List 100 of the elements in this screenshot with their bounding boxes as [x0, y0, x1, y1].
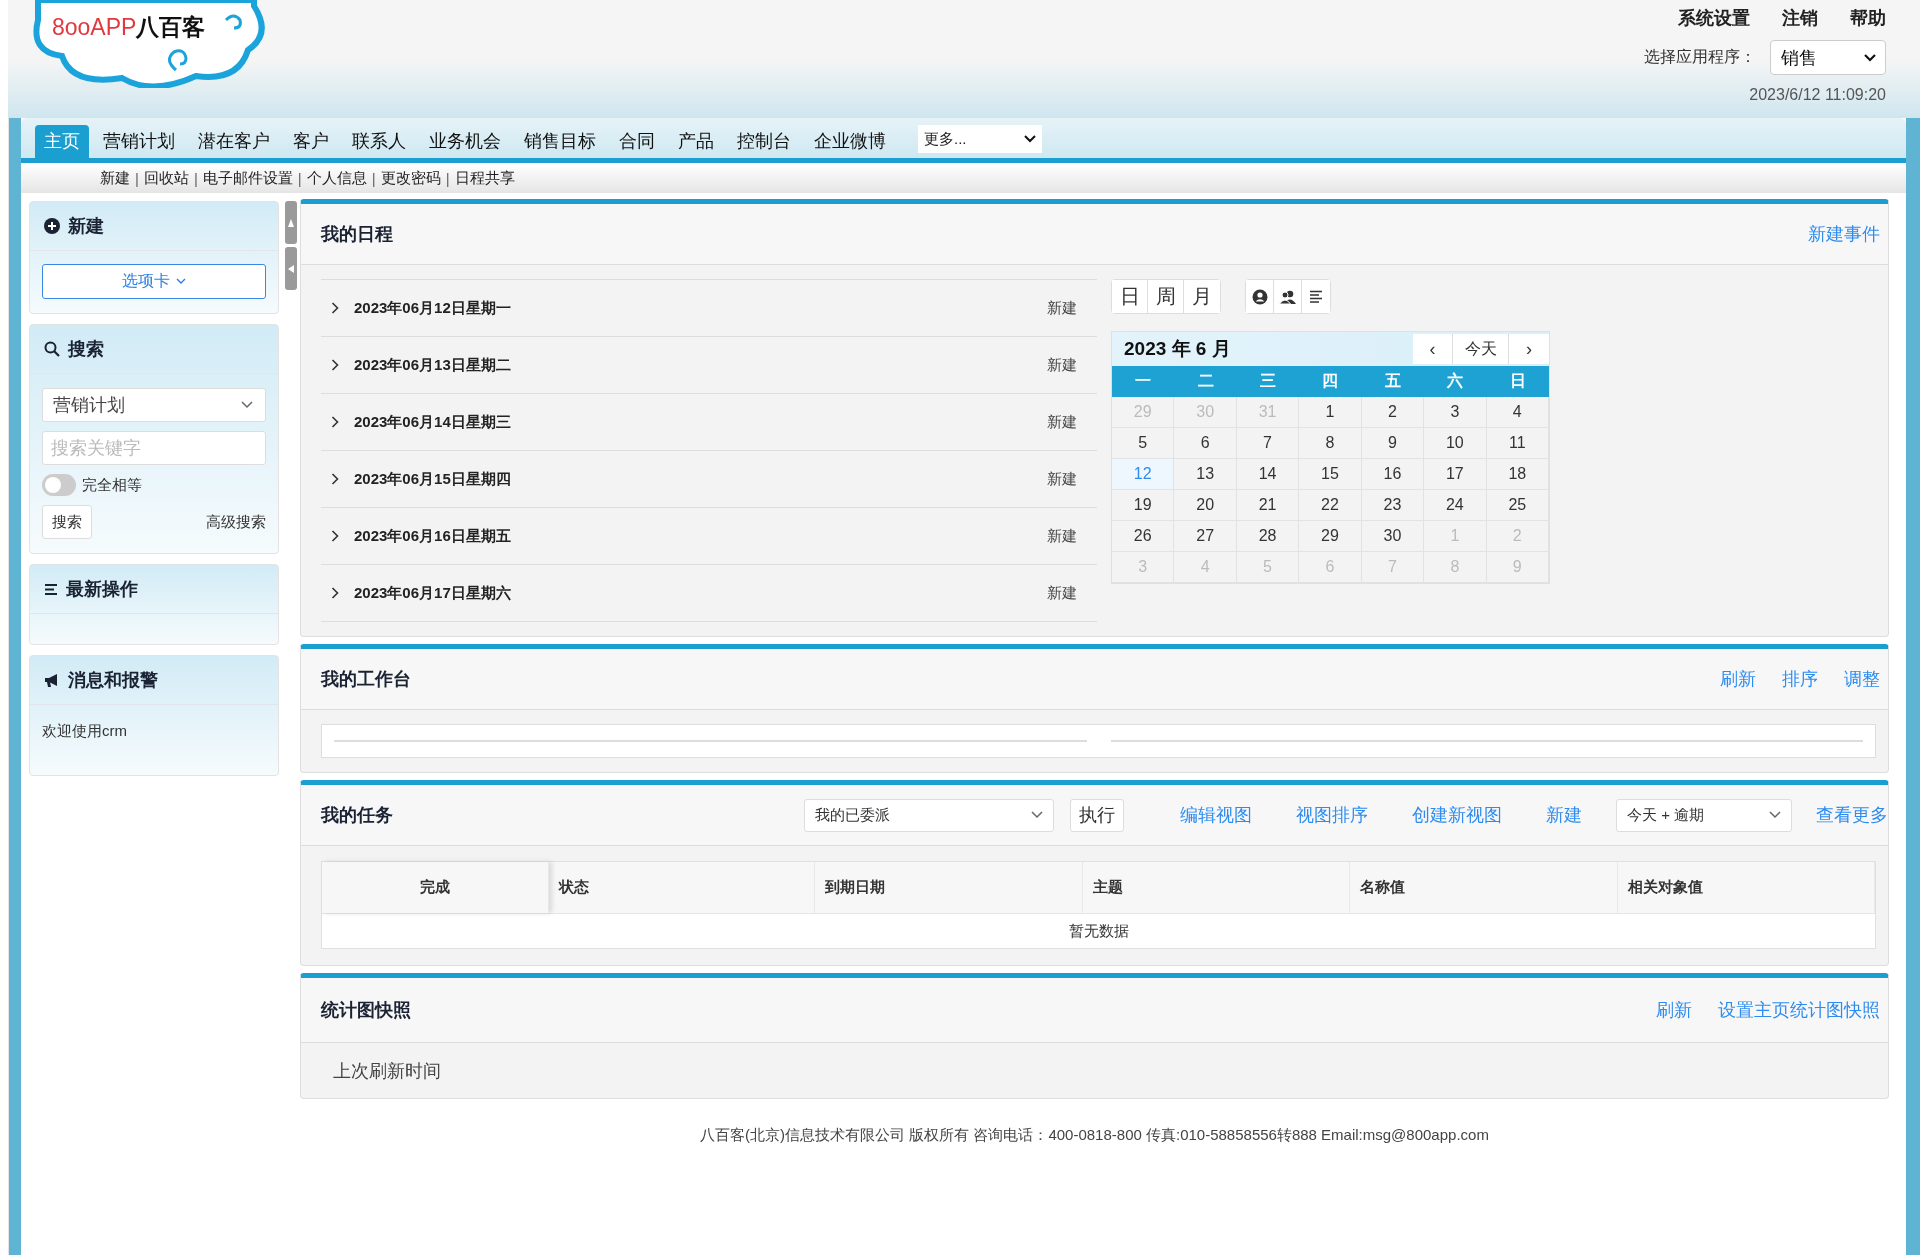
calendar-day[interactable]: 26 — [1112, 521, 1175, 552]
column-header: 名称值 — [1350, 862, 1618, 913]
calendar-day[interactable]: 8 — [1299, 428, 1362, 459]
new-link[interactable]: 新建 — [1047, 412, 1077, 432]
scroll-up-handle[interactable] — [285, 201, 297, 244]
calendar-day[interactable]: 2 — [1361, 397, 1425, 428]
execute-button[interactable]: 执行 — [1070, 798, 1124, 832]
nav-tab[interactable]: 潜在客户 — [189, 125, 279, 158]
more-select[interactable]: 更多... — [918, 125, 1042, 153]
advanced-search-link[interactable]: 高级搜索 — [206, 512, 266, 532]
calendar-day[interactable]: 21 — [1236, 490, 1300, 521]
column-header: 到期日期 — [815, 862, 1083, 913]
nav-tab[interactable]: 企业微博 — [805, 125, 895, 158]
nav-tab[interactable]: 业务机会 — [420, 125, 510, 158]
caret-icon — [241, 401, 253, 409]
new-link[interactable]: 新建 — [1047, 526, 1077, 546]
view-button[interactable]: 日 — [1112, 280, 1148, 313]
column-header: 状态 — [549, 862, 815, 913]
calendar-day[interactable]: 14 — [1236, 459, 1300, 490]
toggle-switch[interactable] — [42, 474, 76, 496]
toggle-label: 完全相等 — [82, 475, 142, 495]
chevron-right-icon — [331, 416, 339, 428]
calendar-day[interactable]: 17 — [1424, 459, 1487, 490]
panel-title: 我的工作台 — [321, 668, 411, 691]
empty-table-text: 暂无数据 — [1067, 920, 1130, 941]
prev-month-button[interactable]: ‹ — [1413, 334, 1453, 364]
chevron-right-icon — [331, 359, 339, 371]
calendar-day[interactable]: 9 — [1361, 428, 1425, 459]
user-icon[interactable] — [1246, 280, 1274, 313]
calendar-day[interactable]: 15 — [1299, 459, 1362, 490]
plus-circle-icon — [44, 218, 60, 234]
nav-tab[interactable]: 营销计划 — [94, 125, 184, 158]
view-select[interactable]: 我的已委派 — [804, 798, 1054, 832]
new-link[interactable]: 新建 — [1047, 583, 1077, 603]
chevron-right-icon — [331, 302, 339, 314]
header-link[interactable]: 注销 — [1782, 6, 1818, 30]
calendar-day[interactable]: 18 — [1486, 459, 1549, 490]
day-row[interactable]: 2023年06月13日星期二 新建 — [321, 336, 1097, 393]
calendar-day[interactable]: 16 — [1361, 459, 1425, 490]
keyword-input[interactable]: 搜索关键字 — [42, 431, 266, 465]
calendar-day[interactable]: 29 — [1299, 521, 1362, 552]
day-date: 2023年06月12日星期一 — [354, 298, 512, 318]
calendar-day[interactable]: 20 — [1174, 490, 1237, 521]
sub-nav-link[interactable]: 新建 — [100, 168, 130, 188]
calendar-day[interactable]: 10 — [1424, 428, 1487, 459]
nav-tab[interactable]: 联系人 — [343, 125, 415, 158]
panel-title: 新建 — [68, 215, 104, 238]
header-link[interactable]: 帮助 — [1850, 6, 1886, 30]
calendar-day[interactable]: 19 — [1112, 490, 1175, 521]
calendar-day[interactable]: 13 — [1174, 459, 1237, 490]
filter-select[interactable]: 今天 + 逾期 — [1616, 798, 1792, 832]
panel-title: 我的任务 — [321, 804, 393, 827]
calendar-day[interactable]: 28 — [1236, 521, 1300, 552]
caret-icon — [176, 278, 186, 285]
day-row[interactable]: 2023年06月12日星期一 新建 — [321, 279, 1097, 336]
calendar-day[interactable]: 3 — [1424, 397, 1487, 428]
day-row[interactable]: 2023年06月17日星期六 新建 — [321, 564, 1097, 622]
megaphone-icon — [44, 672, 60, 688]
caret-icon — [1863, 52, 1877, 63]
separator-text: | — [296, 169, 303, 187]
calendar-day[interactable]: 1 — [1299, 397, 1362, 428]
datetime-text: 2023/6/12 11:09:20 — [1749, 86, 1886, 104]
nav-tab[interactable]: 控制台 — [728, 125, 800, 158]
calendar-day[interactable]: 30 — [1361, 521, 1425, 552]
new-link[interactable]: 新建 — [1047, 355, 1077, 375]
module-select[interactable]: 营销计划 — [42, 388, 266, 422]
sub-nav-link[interactable]: 回收站 — [143, 168, 189, 188]
day-row[interactable]: 2023年06月16日星期五 新建 — [321, 507, 1097, 564]
new-link[interactable]: 新建 — [1047, 298, 1077, 318]
weekday-label: 六 — [1424, 366, 1487, 397]
app-select[interactable]: 销售 — [1770, 40, 1886, 75]
new-link[interactable]: 新建 — [1047, 469, 1077, 489]
day-date: 2023年06月16日星期五 — [354, 526, 512, 546]
calendar-day[interactable]: 6 — [1174, 428, 1237, 459]
weekday-label: 二 — [1174, 366, 1237, 397]
panel-title: 统计图快照 — [321, 999, 411, 1022]
calendar-day[interactable]: 24 — [1424, 490, 1487, 521]
tab-select-button[interactable]: 选项卡 — [42, 264, 266, 299]
calendar-day[interactable]: 22 — [1299, 490, 1362, 521]
calendar-day[interactable]: 25 — [1486, 490, 1549, 521]
sub-nav-link[interactable]: 个人信息 — [306, 168, 367, 188]
nav-tab[interactable]: 产品 — [669, 125, 723, 158]
calendar-day[interactable]: 27 — [1174, 521, 1237, 552]
sub-nav-link[interactable]: 日程共享 — [454, 168, 515, 188]
day-row[interactable]: 2023年06月15日星期四 新建 — [321, 450, 1097, 507]
column-header: 主题 — [1083, 862, 1350, 913]
calendar-day[interactable]: 23 — [1361, 490, 1425, 521]
header-link[interactable]: 系统设置 — [1678, 6, 1750, 30]
nav-tab[interactable]: 合同 — [610, 125, 664, 158]
collapse-sidebar-handle[interactable] — [285, 247, 297, 290]
sub-nav-link[interactable]: 更改密码 — [380, 168, 441, 188]
calendar-day[interactable]: 11 — [1486, 428, 1549, 459]
sub-nav-link[interactable]: 电子邮件设置 — [202, 168, 293, 188]
calendar-day[interactable]: 4 — [1486, 397, 1549, 428]
day-row[interactable]: 2023年06月14日星期三 新建 — [321, 393, 1097, 450]
list-icon — [44, 582, 58, 596]
nav-tab[interactable]: 客户 — [284, 125, 338, 158]
search-button[interactable]: 搜索 — [42, 505, 92, 539]
nav-tab[interactable]: 销售目标 — [515, 125, 605, 158]
calendar-day[interactable]: 7 — [1236, 428, 1300, 459]
